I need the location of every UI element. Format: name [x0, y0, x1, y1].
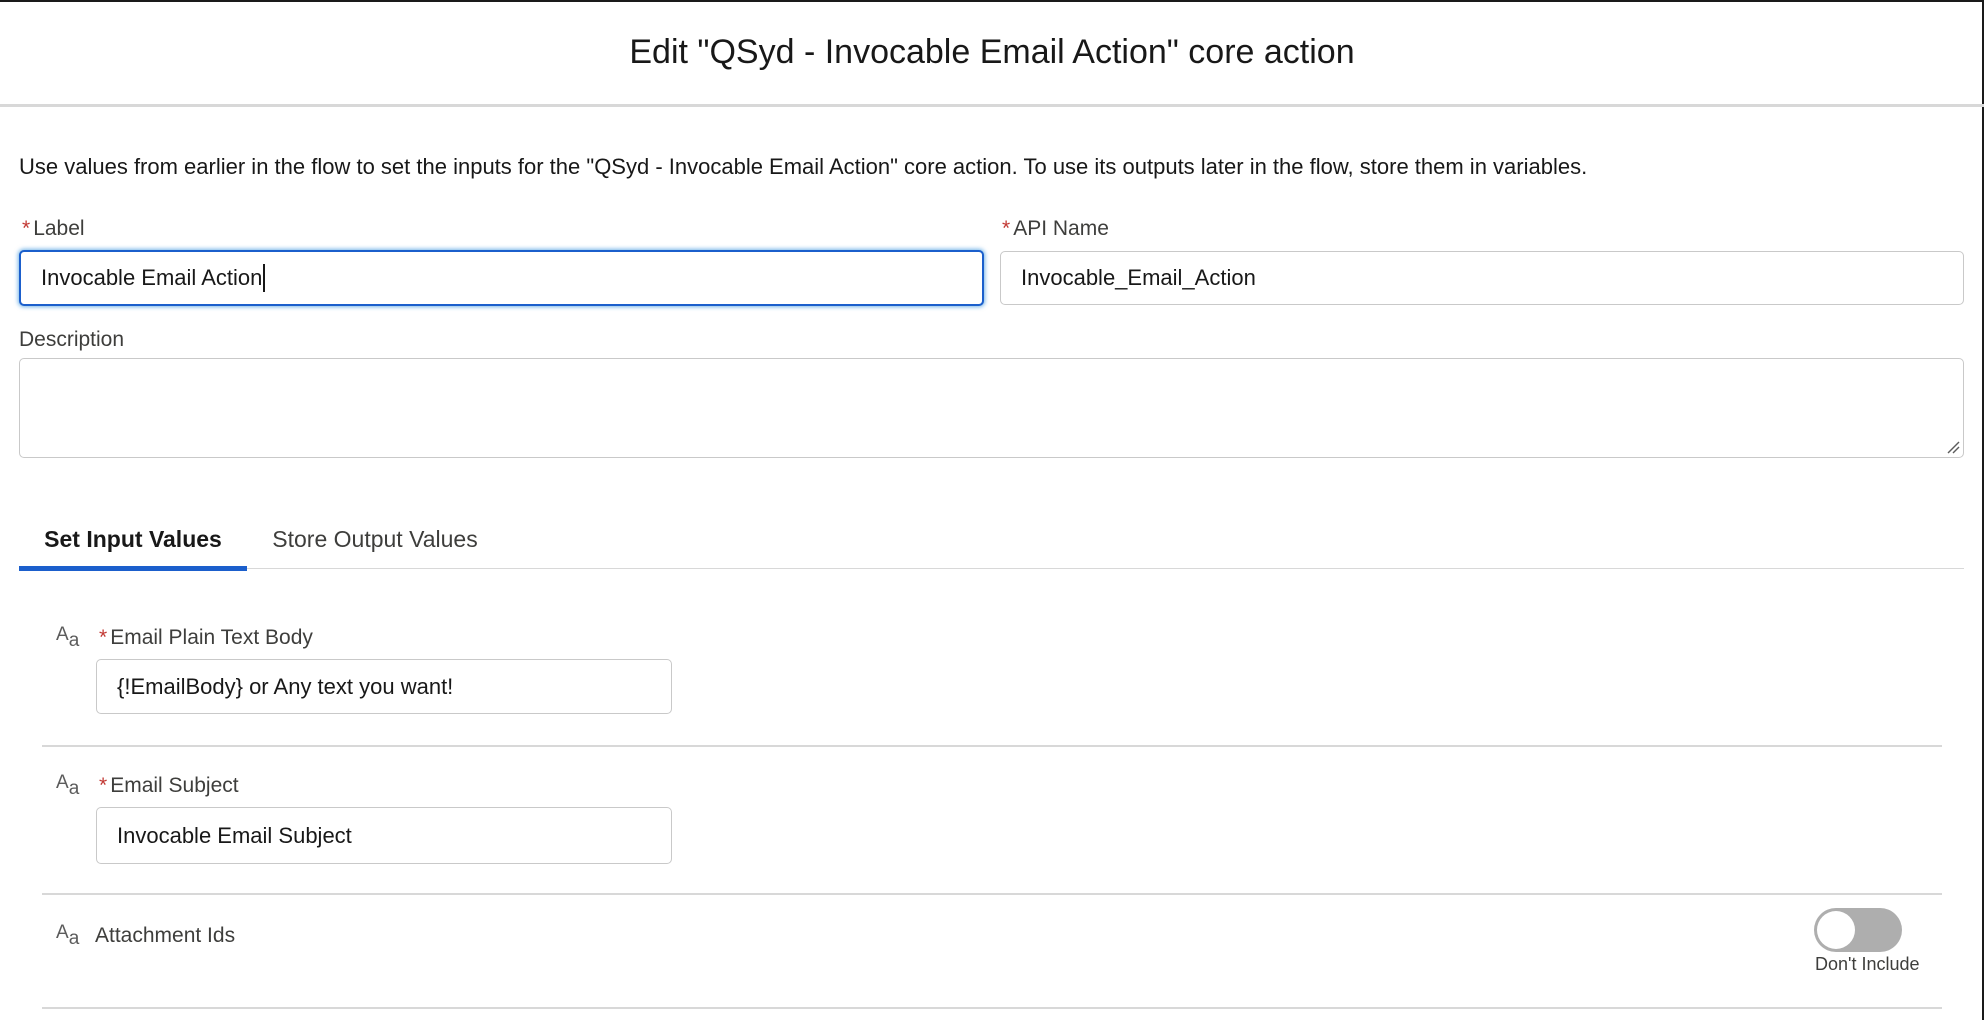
toggle-knob	[1817, 911, 1855, 949]
api-name-field-label: * API Name	[1002, 217, 1109, 240]
required-marker: *	[22, 217, 31, 240]
required-marker: *	[1002, 217, 1011, 240]
email-body-input[interactable]: {!EmailBody} or Any text you want!	[96, 659, 672, 714]
label-input[interactable]: Invocable Email Action	[19, 250, 984, 306]
required-marker: *	[99, 626, 108, 649]
include-toggle[interactable]	[1814, 908, 1902, 952]
text-type-icon: Aa	[56, 922, 80, 949]
row-divider	[42, 745, 1942, 747]
attachment-ids-field-label: Attachment Ids	[95, 924, 236, 947]
email-body-field-label: * Email Plain Text Body	[99, 626, 313, 649]
text-cursor	[263, 264, 265, 292]
active-tab-indicator	[19, 566, 247, 571]
text-type-icon: Aa	[56, 772, 80, 799]
modal-title: Edit "QSyd - Invocable Email Action" cor…	[629, 32, 1355, 71]
api-name-input[interactable]: Invocable_Email_Action	[1000, 251, 1964, 305]
description-textarea[interactable]	[19, 358, 1964, 458]
text-type-icon: Aa	[56, 624, 80, 651]
toggle-label: Don't Include	[1815, 954, 1920, 974]
description-field-label: Description	[19, 328, 125, 351]
required-marker: *	[99, 774, 108, 797]
modal-header: Edit "QSyd - Invocable Email Action" cor…	[0, 0, 1984, 107]
email-subject-field-label: * Email Subject	[99, 774, 239, 797]
resize-handle-icon[interactable]	[1946, 440, 1960, 454]
row-divider	[42, 1007, 1942, 1009]
row-divider	[42, 893, 1942, 895]
tab-bar: Set Input Values Store Output Values	[19, 510, 1964, 571]
label-field-label: * Label	[22, 217, 85, 240]
email-subject-input[interactable]: Invocable Email Subject	[96, 807, 672, 864]
intro-text: Use values from earlier in the flow to s…	[19, 154, 1588, 179]
tab-set-input-values[interactable]: Set Input Values	[19, 510, 247, 571]
tab-store-output-values[interactable]: Store Output Values	[247, 510, 503, 568]
